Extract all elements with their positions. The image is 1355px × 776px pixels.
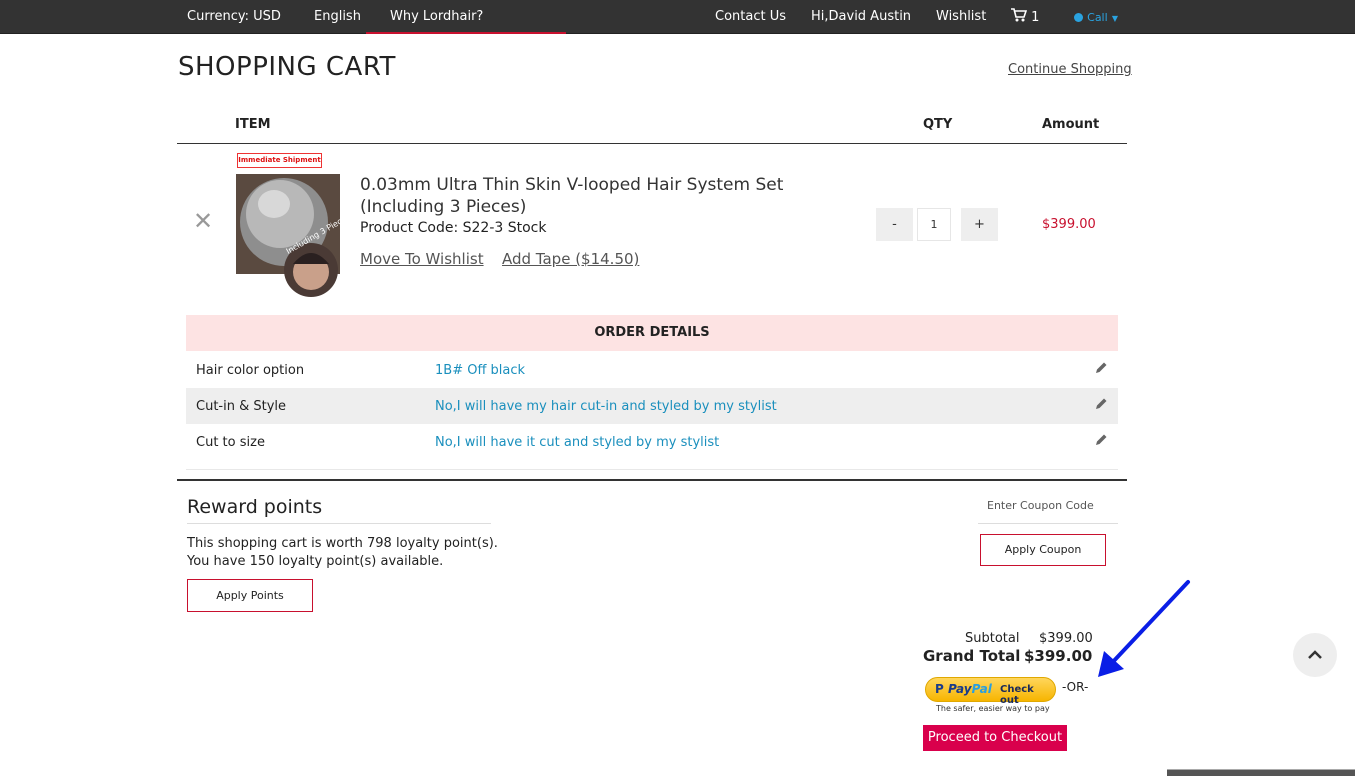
- account-greeting-link[interactable]: Hi,David Austin: [811, 9, 911, 24]
- order-detail-row: Hair color option 1B# Off black: [186, 352, 1118, 388]
- annotation-arrow-icon: [1098, 580, 1190, 677]
- edit-pencil-icon[interactable]: [1094, 433, 1108, 447]
- currency-value: USD: [253, 9, 281, 24]
- detail-label: Cut-in & Style: [196, 399, 287, 414]
- detail-value: No,I will have it cut and styled by my s…: [435, 435, 720, 450]
- reward-divider: [187, 523, 491, 524]
- proceed-to-checkout-button[interactable]: Proceed to Checkout: [923, 725, 1067, 751]
- header-divider: [177, 143, 1127, 144]
- paypal-checkout-text: Check out: [1000, 684, 1034, 706]
- edit-pencil-icon[interactable]: [1094, 397, 1108, 411]
- paypal-logo: P PayPal: [935, 682, 992, 696]
- coupon-code-input[interactable]: Enter Coupon Code: [987, 499, 1094, 512]
- call-label: Call: [1087, 11, 1108, 24]
- qty-decrease-button[interactable]: -: [876, 208, 913, 241]
- apply-coupon-button[interactable]: Apply Coupon: [980, 534, 1106, 566]
- product-thumbnail[interactable]: Including 3 Pieces: [236, 152, 340, 298]
- order-detail-row: Cut to size No,I will have it cut and st…: [186, 424, 1118, 460]
- cart-count: 1: [1031, 10, 1040, 25]
- order-details-heading: ORDER DETAILS: [186, 315, 1118, 351]
- qty-input[interactable]: 1: [917, 208, 951, 241]
- paypal-checkout-button[interactable]: P PayPal Check out: [925, 677, 1056, 706]
- add-tape-link[interactable]: Add Tape ($14.50): [502, 250, 639, 268]
- subtotal-label: Subtotal: [965, 631, 1020, 646]
- currency-selector[interactable]: Currency: USD: [187, 9, 281, 24]
- grand-total-value: $399.00: [1024, 647, 1093, 665]
- page-title: SHOPPING CART: [178, 52, 396, 82]
- column-header-amount: Amount: [1042, 117, 1100, 132]
- coupon-input-underline: [978, 523, 1118, 524]
- qty-increase-button[interactable]: +: [961, 208, 998, 241]
- chevron-down-icon: ▼: [1111, 14, 1118, 23]
- product-code: Product Code: S22-3 Stock: [360, 220, 547, 236]
- move-to-wishlist-link[interactable]: Move To Wishlist: [360, 250, 484, 268]
- reward-cart-worth-text: This shopping cart is worth 798 loyalty …: [187, 536, 498, 551]
- reward-points-title: Reward points: [187, 496, 323, 518]
- subtotal-value: $399.00: [1039, 631, 1093, 646]
- contact-us-link[interactable]: Contact Us: [715, 9, 786, 24]
- continue-shopping-link[interactable]: Continue Shopping: [1008, 62, 1132, 77]
- nav-active-underline: [366, 32, 566, 34]
- order-details-divider: [186, 469, 1118, 470]
- apply-points-button[interactable]: Apply Points: [187, 579, 313, 612]
- remove-item-icon[interactable]: ✕: [193, 209, 213, 233]
- cart-link[interactable]: 1: [1011, 8, 1039, 25]
- chevron-up-icon: [1308, 650, 1322, 659]
- item-amount: $399.00: [1042, 217, 1096, 232]
- skype-icon: [1074, 13, 1083, 22]
- grand-total-label: Grand Total: [923, 647, 1021, 665]
- detail-label: Cut to size: [196, 435, 265, 450]
- column-header-item: ITEM: [235, 117, 271, 132]
- why-lordhair-link[interactable]: Why Lordhair?: [390, 9, 483, 24]
- immediate-shipment-badge: Immediate Shipment: [237, 153, 322, 168]
- reward-available-text: You have 150 loyalty point(s) available.: [187, 554, 444, 569]
- cart-icon: [1011, 8, 1028, 22]
- language-selector[interactable]: English: [314, 9, 361, 24]
- cart-bottom-divider: [177, 479, 1127, 481]
- or-separator: -OR-: [1062, 680, 1089, 694]
- detail-value: No,I will have my hair cut-in and styled…: [435, 399, 777, 414]
- order-detail-row: Cut-in & Style No,I will have my hair cu…: [186, 388, 1118, 424]
- detail-value: 1B# Off black: [435, 363, 526, 378]
- paypal-tagline: The safer, easier way to pay: [936, 704, 1050, 713]
- top-nav-bar: Currency: USD English Why Lordhair? Cont…: [0, 0, 1355, 34]
- scroll-to-top-button[interactable]: [1293, 633, 1337, 677]
- detail-label: Hair color option: [196, 363, 305, 378]
- column-header-qty: QTY: [923, 117, 953, 132]
- currency-label: Currency:: [187, 9, 250, 24]
- edit-pencil-icon[interactable]: [1094, 361, 1108, 375]
- skype-call-link[interactable]: Call ▼: [1074, 10, 1118, 25]
- wishlist-link[interactable]: Wishlist: [936, 9, 986, 24]
- product-name-link[interactable]: 0.03mm Ultra Thin Skin V-looped Hair Sys…: [360, 174, 830, 218]
